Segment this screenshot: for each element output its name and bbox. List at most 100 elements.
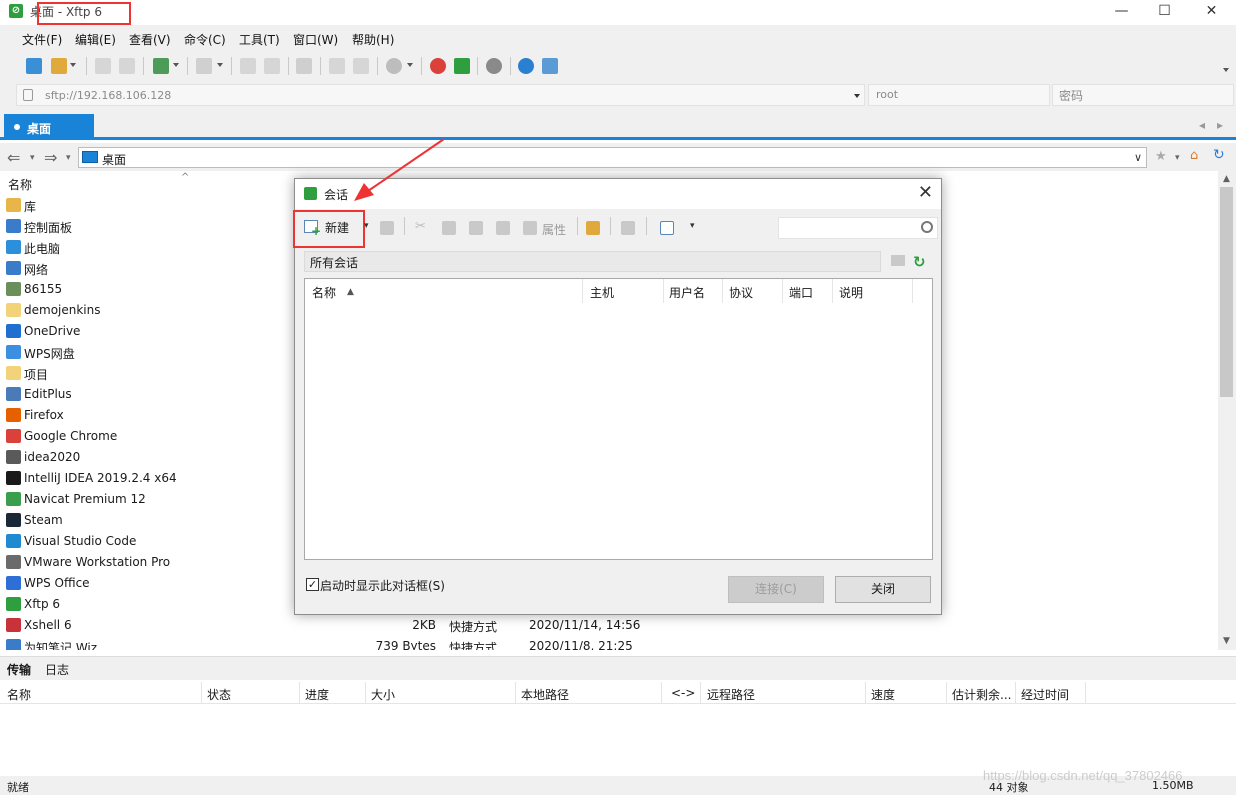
cut-icon[interactable]: ✂ [415,219,429,234]
minimize-button[interactable]: — [1099,0,1144,24]
path-dropdown-icon[interactable]: ∨ [1134,151,1142,164]
file-name: IntelliJ IDEA 2019.2.4 x64 [24,471,177,485]
session-col-protocol[interactable]: 协议 [729,284,753,301]
file-row[interactable]: Xshell 6 2KB 快捷方式 2020/11/14, 14:56 [0,615,1218,636]
tab-prev-icon[interactable]: ◂ [1199,118,1205,132]
help-icon[interactable] [518,58,534,74]
session-col-description[interactable]: 说明 [839,284,863,301]
transfer-col-direction[interactable]: <-> [671,686,695,700]
session-col-port[interactable]: 端口 [789,284,813,301]
copy-icon[interactable] [442,221,456,235]
sync-icon[interactable] [296,58,312,74]
session-col-name[interactable]: 名称 [312,284,336,301]
session-col-host[interactable]: 主机 [590,284,614,301]
scroll-down-icon[interactable]: ▼ [1223,636,1230,646]
path-bar: ⇐ ▾ ⇒ ▾ 桌面 ∨ ★ ▾ ⌂ ↻ [0,143,1236,171]
paste-icon[interactable] [264,58,280,74]
path-input[interactable]: 桌面 ∨ [78,147,1147,168]
search-icon[interactable] [921,221,933,233]
disconnect-icon[interactable] [119,58,135,74]
xshell-icon[interactable] [430,58,446,74]
new-tab-dropdown-icon[interactable] [173,63,179,67]
forward-dropdown-icon[interactable]: ▾ [66,153,71,163]
scrollbar-thumb[interactable] [1220,187,1233,397]
transfer-col-progress[interactable]: 进度 [305,686,329,703]
open-folder-icon[interactable] [51,58,67,74]
new-dropdown-icon[interactable]: ▾ [364,221,369,231]
new-session-icon[interactable] [26,58,42,74]
transfer-icon[interactable] [329,58,345,74]
tab-next-icon[interactable]: ▸ [1217,118,1223,132]
view-icon[interactable] [660,221,674,235]
menu-command[interactable]: 命令(C) [184,31,226,48]
bookmark-star-icon[interactable]: ★ [1155,149,1167,164]
back-icon[interactable]: ⇐ [7,148,20,167]
close-window-button[interactable]: ✕ [1189,0,1234,24]
paste-icon[interactable] [469,221,483,235]
transfer-col-name[interactable]: 名称 [7,686,31,703]
close-button[interactable]: 关闭 [835,576,931,603]
menu-file[interactable]: 文件(F) [22,31,62,48]
gear-icon[interactable] [486,58,502,74]
startup-checkbox[interactable]: ✓ [306,578,319,591]
column-divider [365,682,366,704]
connect-button[interactable]: 连接(C) [728,576,824,603]
properties-icon[interactable] [523,221,537,235]
menu-tools[interactable]: 工具(T) [239,31,280,48]
host-input[interactable]: sftp://192.168.106.128 [16,84,865,106]
bookmark-dropdown-icon[interactable]: ▾ [1175,153,1180,163]
tab-desktop[interactable]: 桌面 [4,114,94,140]
view-dropdown-icon[interactable]: ▾ [690,221,695,231]
delete-icon[interactable] [496,221,510,235]
tab-transfer[interactable]: 传输 [7,661,31,678]
menu-help[interactable]: 帮助(H) [352,31,394,48]
toolbar-overflow-icon[interactable] [1223,68,1229,72]
scroll-up-icon[interactable]: ▲ [1223,174,1230,184]
folder-icon[interactable] [586,221,600,235]
terminal-dropdown-icon[interactable] [217,63,223,67]
menu-view[interactable]: 查看(V) [129,31,171,48]
file-row[interactable]: 为知笔记 Wiz 739 Bytes 快捷方式 2020/11/8, 21:25 [0,636,1218,650]
home-icon[interactable]: ⌂ [1190,148,1198,163]
column-divider [865,682,866,704]
session-col-username[interactable]: 用户名 [669,284,705,301]
connect-icon[interactable] [95,58,111,74]
transfer-col-size[interactable]: 大小 [371,686,395,703]
dialog-close-icon[interactable]: ✕ [918,182,933,203]
transfer-col-elapsed[interactable]: 经过时间 [1021,686,1069,703]
xftp-icon[interactable] [454,58,470,74]
menu-edit[interactable]: 编辑(E) [75,31,116,48]
forward-icon[interactable]: ⇒ [44,148,57,167]
transfer-col-status[interactable]: 状态 [207,686,231,703]
maximize-button[interactable]: ☐ [1142,0,1187,24]
back-dropdown-icon[interactable]: ▾ [30,153,35,163]
tab-log[interactable]: 日志 [45,661,69,678]
terminal-icon[interactable] [196,58,212,74]
transfer-col-speed[interactable]: 速度 [871,686,895,703]
refresh-icon[interactable]: ↻ [913,253,926,271]
open-session-icon[interactable] [380,221,394,235]
properties-label[interactable]: 属性 [542,221,566,238]
host-dropdown-icon[interactable] [854,94,860,98]
refresh-icon[interactable]: ↻ [1213,147,1225,163]
copy-icon[interactable] [240,58,256,74]
open-dropdown-icon[interactable] [70,63,76,67]
encoding-icon[interactable] [386,58,402,74]
queue-icon[interactable] [353,58,369,74]
encoding-dropdown-icon[interactable] [407,63,413,67]
file-list-scrollbar[interactable]: ▲ ▼ [1218,171,1236,650]
password-input[interactable]: 密码 [1052,84,1234,106]
bottom-panel-tabs: 传输 日志 [0,656,1236,680]
transfer-col-remote-path[interactable]: 远程路径 [707,686,755,703]
session-search-input[interactable] [778,217,938,239]
new-tab-icon[interactable] [153,58,169,74]
startup-checkbox-label[interactable]: 启动时显示此对话框(S) [320,577,445,594]
menu-window[interactable]: 窗口(W) [293,31,338,48]
parent-folder-icon[interactable] [891,255,905,266]
chat-icon[interactable] [542,58,558,74]
transfer-col-local-path[interactable]: 本地路径 [521,686,569,703]
shortcut-icon[interactable] [621,221,635,235]
column-header-name[interactable]: 名称 [8,176,32,193]
transfer-col-eta[interactable]: 估计剩余... [952,686,1011,703]
username-input[interactable]: root [868,84,1050,106]
